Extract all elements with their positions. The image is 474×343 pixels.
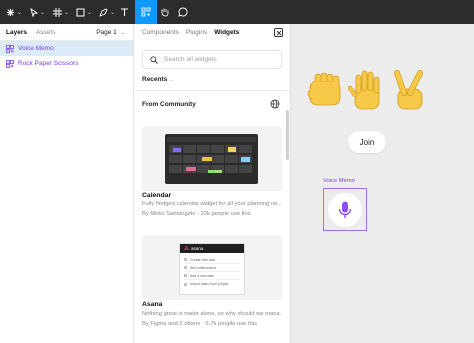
- asana-preview-item: Import tasks from project: [184, 280, 240, 288]
- check-circle-icon: [184, 258, 187, 261]
- chevron-down-icon[interactable]: ⌄: [110, 0, 115, 24]
- figma-logo-icon[interactable]: [4, 0, 16, 24]
- recents-toggle[interactable]: Recents ⌄: [142, 76, 174, 83]
- frame-icon[interactable]: [51, 0, 63, 24]
- pen-icon[interactable]: [97, 0, 109, 24]
- asana-preview-window: ⁂ asana Create new task Set collaborator…: [179, 243, 245, 295]
- asana-preview-list: Create new task Set collaborators Add a …: [180, 253, 244, 291]
- open-hand-icon[interactable]: [348, 69, 388, 111]
- widget-icon: [6, 44, 14, 53]
- asana-logo-icon: ⁂: [184, 245, 189, 252]
- tab-components[interactable]: Components: [142, 29, 179, 36]
- resources-tabs: Components Plugins Widgets: [134, 24, 290, 41]
- divider: [134, 90, 290, 91]
- chevron-down-icon: ⌄: [169, 77, 174, 83]
- layer-label: Voice Memo: [18, 45, 54, 52]
- asana-item-label: Create new task: [190, 257, 216, 262]
- resources-icon[interactable]: [135, 0, 157, 24]
- rock-paper-scissors-widget[interactable]: [306, 69, 430, 111]
- layers-panel: Layers Assets Page 1 ⌄ Voice Memo Rock P…: [0, 24, 134, 343]
- search-placeholder: Search all widgets: [164, 56, 217, 63]
- join-button[interactable]: Join: [348, 131, 386, 153]
- tab-widgets[interactable]: Widgets: [214, 29, 239, 36]
- chevron-down-icon: ⌄: [120, 29, 125, 36]
- widgets-panel: Components Plugins Widgets Search all wi…: [134, 24, 291, 343]
- tab-assets[interactable]: Assets: [36, 29, 56, 36]
- layer-item-voice-memo[interactable]: Voice Memo: [0, 41, 133, 56]
- widget-preview-calendar[interactable]: [142, 126, 282, 191]
- widget-meta: By Figma and 2 others · 6.7k people use …: [142, 321, 258, 327]
- asana-preview-item: Add a new task: [184, 272, 240, 280]
- tab-layers[interactable]: Layers: [6, 29, 27, 36]
- layer-label: Rock Paper Scissors: [18, 60, 79, 67]
- calendar-preview-image: [165, 134, 258, 184]
- chevron-down-icon[interactable]: ⌄: [64, 0, 69, 24]
- globe-icon[interactable]: [270, 99, 280, 111]
- asana-preview-header: ⁂ asana: [180, 244, 244, 253]
- frame-label[interactable]: Voice Memo: [323, 178, 355, 184]
- page-selector[interactable]: Page 1 ⌄: [96, 24, 125, 41]
- page-name: Page 1: [96, 29, 117, 36]
- asana-preview-item: Set collaborators: [184, 264, 240, 272]
- chevron-down-icon[interactable]: ⌄: [17, 0, 22, 24]
- asana-preview-item: Create new task: [184, 256, 240, 264]
- widget-title[interactable]: Calendar: [142, 192, 171, 199]
- chevron-down-icon[interactable]: ⌄: [40, 0, 45, 24]
- widget-description: Nothing great is made alone, so why shou…: [142, 311, 282, 317]
- widget-meta: By Mirko Santangelo · 22k people use thi…: [142, 211, 251, 217]
- cursor-icon[interactable]: [28, 0, 40, 24]
- widget-title[interactable]: Asana: [142, 301, 162, 308]
- tab-plugins[interactable]: Plugins: [186, 29, 207, 36]
- widget-icon: [6, 59, 14, 68]
- check-circle-icon: [184, 266, 187, 269]
- section-heading: From Community: [142, 101, 196, 108]
- collapse-panel-icon[interactable]: [274, 28, 283, 37]
- record-button[interactable]: [328, 192, 362, 227]
- check-circle-icon: [184, 274, 187, 277]
- toolbar: ⌄ ⌄ ⌄ ⌄ ⌄: [0, 0, 474, 24]
- asana-item-label: Add a new task: [190, 273, 214, 278]
- search-input[interactable]: Search all widgets: [142, 50, 282, 69]
- layer-item-rock-paper-scissors[interactable]: Rock Paper Scissors: [0, 56, 133, 71]
- canvas[interactable]: Join Voice Memo: [291, 24, 474, 343]
- voice-memo-widget[interactable]: [323, 188, 367, 231]
- scrollbar[interactable]: [286, 110, 289, 160]
- scissors-hand-icon[interactable]: [390, 69, 430, 111]
- rectangle-icon[interactable]: [74, 0, 86, 24]
- asana-item-label: Import tasks from project: [190, 282, 229, 286]
- layers-panel-tabs: Layers Assets Page 1 ⌄: [0, 24, 133, 41]
- recents-label: Recents: [142, 76, 168, 83]
- asana-brand: asana: [191, 246, 204, 251]
- widget-description: Fully fledged calendar widget for all yo…: [142, 201, 282, 207]
- comment-icon[interactable]: [176, 0, 190, 24]
- asana-item-label: Set collaborators: [190, 265, 217, 270]
- hand-icon[interactable]: [157, 0, 171, 24]
- text-icon[interactable]: [118, 0, 131, 24]
- chevron-down-icon[interactable]: ⌄: [87, 0, 92, 24]
- widget-preview-asana[interactable]: ⁂ asana Create new task Set collaborator…: [142, 235, 282, 300]
- fist-icon[interactable]: [306, 69, 346, 111]
- check-circle-icon: [184, 282, 187, 286]
- search-icon: [150, 55, 158, 64]
- microphone-icon: [338, 201, 352, 218]
